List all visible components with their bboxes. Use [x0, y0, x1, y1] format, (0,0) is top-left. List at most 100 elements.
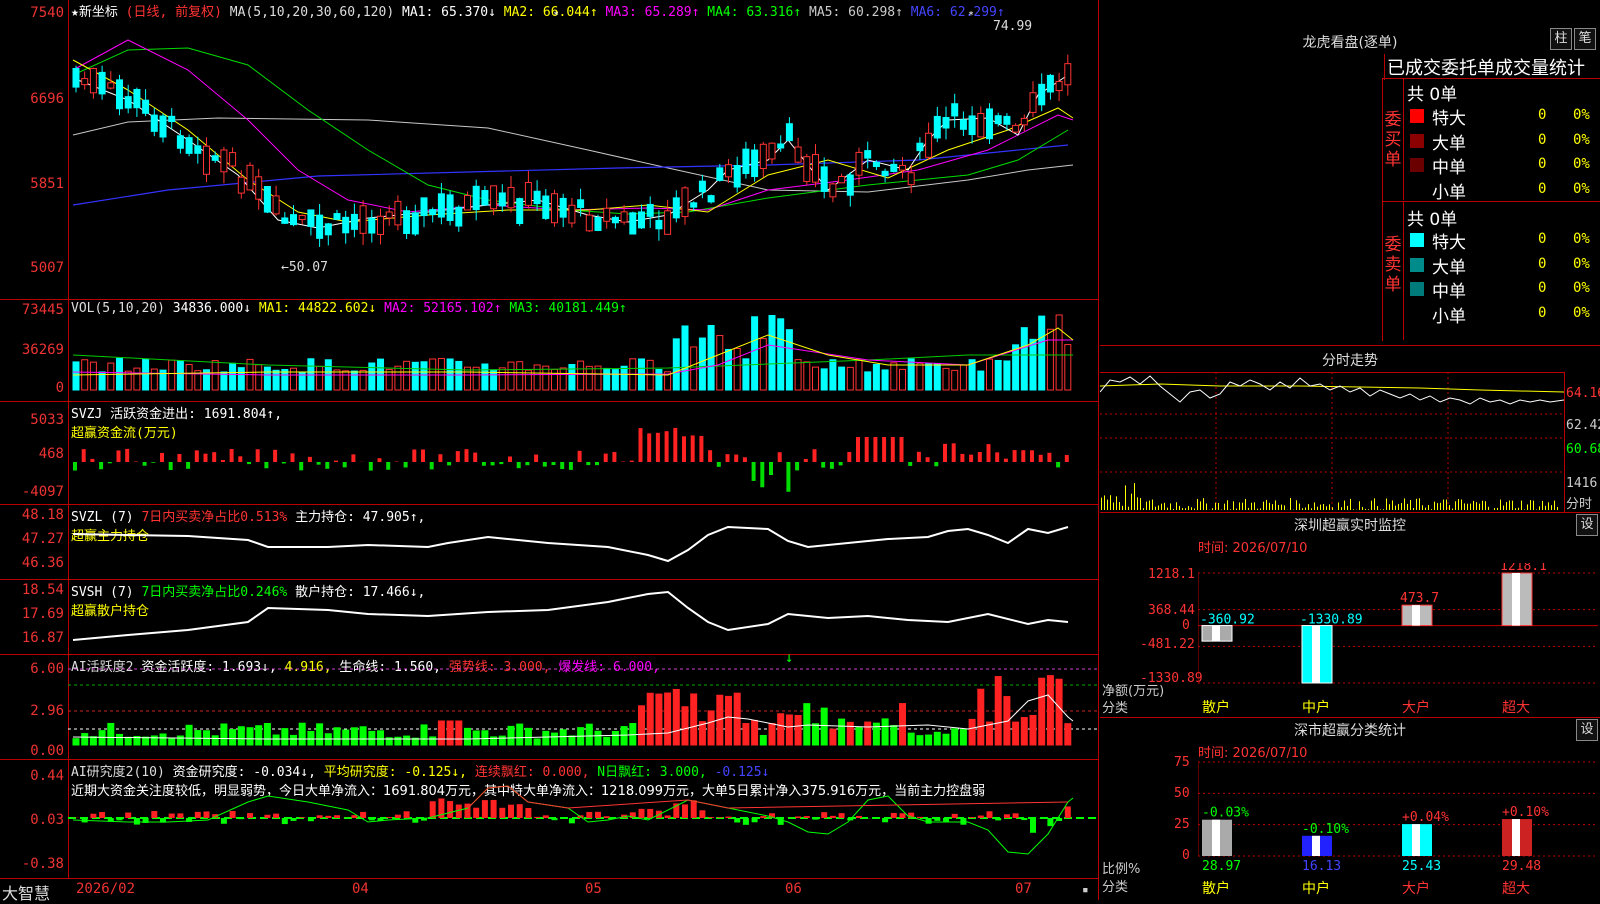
sz-stats-chart: -0.03%-0.10%+0.04%+0.10%: [1198, 754, 1598, 864]
intraday-vol-bar: [1251, 503, 1252, 510]
kline-pane[interactable]: 7540 6696 5851 5007 ★新坐标 (日线, 前复权) MA(5,…: [0, 0, 1098, 299]
research-bar: [404, 811, 410, 818]
svzj-bar: [1065, 455, 1069, 462]
bar-value-label: 29.48: [1502, 859, 1541, 874]
candle-body: [612, 217, 618, 222]
candle-body: [1047, 75, 1053, 92]
candle-body: [308, 210, 314, 226]
research-bar: [856, 816, 862, 818]
research-bar: [987, 811, 993, 818]
ai-active-bar: [160, 734, 166, 745]
ai-research-pane[interactable]: 0.44 0.03 -0.38 AI研究度2(10) 资金研究度: -0.034…: [0, 759, 1098, 879]
ytick: 16.87: [22, 630, 64, 646]
volume-bar: [778, 319, 784, 390]
order-pct: 0%: [1573, 305, 1590, 321]
intraday-vol-bar: [1320, 505, 1321, 510]
svzj-bar: [491, 462, 495, 465]
intraday-vol-bar: [1359, 501, 1360, 510]
mid-divider: [1382, 201, 1600, 202]
settings-button[interactable]: 设: [1576, 719, 1598, 741]
order-pct: 0%: [1573, 107, 1590, 123]
svzj-bar: [230, 449, 234, 462]
ai-active-bar: [351, 728, 357, 745]
research-bar: [99, 812, 105, 818]
category-label: 中户: [1302, 697, 1330, 717]
volume-bar: [282, 369, 288, 390]
ai-active-y-axis: 6.00 2.96 0.00: [0, 655, 69, 760]
research-bar: [360, 812, 366, 818]
intraday-vol-bar: [1212, 508, 1213, 510]
volume-bar: [717, 336, 723, 390]
intraday-vol-bar: [1317, 507, 1318, 510]
ai-active-bar: [778, 714, 784, 745]
intraday-vol-bar: [1224, 504, 1225, 510]
intraday-vol-bar: [1509, 500, 1510, 510]
research-bar: [752, 818, 758, 822]
bar-mode-button[interactable]: 柱: [1550, 28, 1572, 50]
intraday-vol-bar: [1515, 508, 1516, 510]
lock-icon[interactable]: ▪: [1082, 883, 1089, 896]
research-bar: [238, 818, 244, 819]
volume-pane[interactable]: 73445 36269 0 VOL(5,10,20) 34836.000↓ MA…: [0, 299, 1098, 402]
svzj-bar: [856, 437, 860, 462]
ai-active-bar: [821, 708, 827, 745]
volume-bar: [90, 362, 96, 390]
candle-body: [465, 196, 471, 210]
intraday-vol-bar: [1164, 503, 1165, 510]
dragon-tabs[interactable]: 已成交委托单成交量统计: [1384, 54, 1585, 80]
svsh-pane[interactable]: 18.54 17.69 16.87 SVSH (7) 7日内买卖净占比0.246…: [0, 579, 1098, 655]
kline-y-axis: 7540 6696 5851 5007: [0, 0, 69, 299]
volume-bar: [473, 367, 479, 390]
ytick: 18.54: [22, 582, 64, 598]
kline-chart[interactable]: [68, 0, 1098, 290]
svzj-bar: [517, 462, 521, 468]
volume-bar: [534, 365, 540, 390]
candles: [73, 55, 1071, 247]
svzj-bar: [343, 462, 347, 467]
candle-body: [117, 80, 123, 109]
research-bar: [699, 810, 705, 818]
research-bar: [282, 818, 288, 824]
research-bar: [291, 818, 297, 821]
intraday-vol-bar: [1314, 502, 1315, 510]
candle-body: [386, 212, 392, 218]
volume-bar: [595, 366, 601, 390]
intraday-vol-bar: [1371, 501, 1372, 510]
volume-chart: [68, 300, 1098, 400]
research-bar: [830, 816, 836, 818]
svzl-pane[interactable]: 48.18 47.27 46.36 SVZL (7) 7日内买卖净占比0.513…: [0, 504, 1098, 580]
intraday-vol-bar: [1308, 504, 1309, 510]
research-bar: [334, 815, 340, 818]
brand-logo[interactable]: 大智慧: [2, 880, 50, 904]
ai-active-bar: [847, 722, 853, 745]
volume-bar: [169, 360, 175, 390]
intraday-panel[interactable]: 分时走势 64.16 62.42 60.68 1416 分时: [1100, 345, 1600, 513]
intraday-vol-bar: [1500, 500, 1501, 510]
intraday-vol-bar: [1104, 495, 1105, 510]
candle-body: [473, 186, 479, 209]
order-pct: 0%: [1573, 256, 1590, 272]
category-label: 大户: [1402, 878, 1430, 898]
ai-active-pane[interactable]: 6.00 2.96 0.00 AI活跃度2 资金活跃度: 1.693↓, 4.9…: [0, 654, 1098, 760]
tick-mode-button[interactable]: 笔: [1574, 28, 1596, 50]
research-bar: [934, 818, 940, 821]
svzj-bar: [125, 449, 129, 462]
research-bar: [508, 805, 514, 818]
svzj-pane[interactable]: 5033 468 -4097 SVZJ 活跃资金进出: 1691.804↑, 超…: [0, 401, 1098, 505]
intraday-vol-bar: [1428, 505, 1429, 510]
svzj-bar: [612, 452, 616, 462]
volume-bar: [1013, 345, 1019, 390]
ai-active-bar: [1039, 678, 1045, 745]
intraday-vol-bar: [1260, 508, 1261, 510]
svzj-bar: [882, 437, 886, 462]
candle-body: [726, 165, 732, 177]
intraday-vol-bar: [1338, 502, 1339, 510]
intraday-vol-bar: [1374, 498, 1375, 510]
candle-body: [560, 198, 566, 217]
candle-body: [525, 183, 531, 206]
ai-active-bar: [404, 736, 410, 745]
candle-body: [412, 213, 418, 234]
ai-active-bar: [673, 689, 679, 745]
settings-button[interactable]: 设: [1576, 514, 1598, 536]
intraday-vol-bar: [1128, 507, 1129, 510]
